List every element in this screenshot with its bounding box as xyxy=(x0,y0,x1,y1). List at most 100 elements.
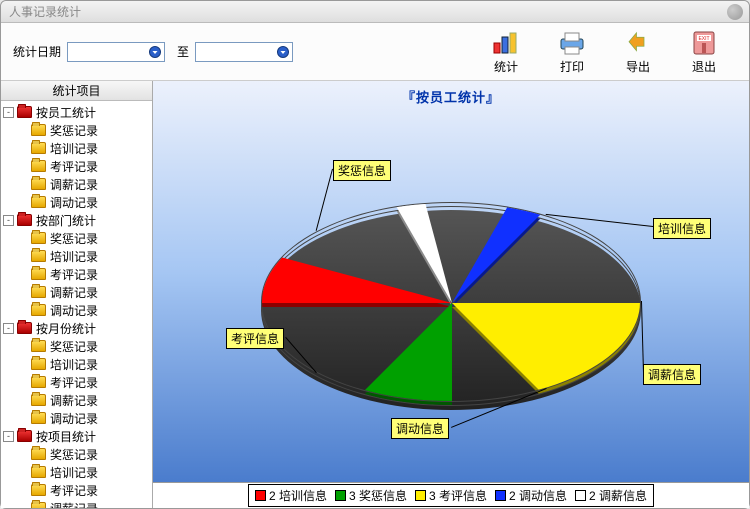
tree-group-label: 按项目统计 xyxy=(36,428,96,445)
legend-bar: 2 培训信息3 奖惩信息3 考评信息2 调动信息2 调薪信息 xyxy=(153,482,749,508)
tree-group[interactable]: - 按项目统计 xyxy=(3,427,152,445)
tree-item[interactable]: 奖惩记录 xyxy=(3,121,152,139)
folder-icon xyxy=(31,196,46,208)
slice-label: 培训信息 xyxy=(653,218,711,239)
folder-icon xyxy=(31,268,46,280)
tree-item-label: 考评记录 xyxy=(50,266,98,283)
calendar-dropdown-icon[interactable] xyxy=(148,45,162,59)
tree-item[interactable]: 培训记录 xyxy=(3,247,152,265)
folder-icon xyxy=(17,214,32,226)
legend-swatch xyxy=(255,490,266,501)
export-button[interactable]: 导出 xyxy=(617,28,659,75)
tree-item-label: 奖惩记录 xyxy=(50,446,98,463)
collapse-icon[interactable]: - xyxy=(3,107,14,118)
tree-item-label: 奖惩记录 xyxy=(50,122,98,139)
tree-item[interactable]: 调薪记录 xyxy=(3,391,152,409)
tree-item-label: 奖惩记录 xyxy=(50,338,98,355)
tree-item[interactable]: 调动记录 xyxy=(3,409,152,427)
tree-item-label: 调薪记录 xyxy=(50,176,98,193)
sidebar-header: 统计项目 xyxy=(1,81,152,101)
folder-icon xyxy=(31,502,46,508)
tree-item[interactable]: 奖惩记录 xyxy=(3,337,152,355)
exit-button[interactable]: EXIT 退出 xyxy=(683,28,725,75)
slice-label: 调动信息 xyxy=(391,418,449,439)
tree-item[interactable]: 考评记录 xyxy=(3,157,152,175)
slice-label: 调薪信息 xyxy=(643,364,701,385)
window-title: 人事记录统计 xyxy=(9,3,81,20)
print-icon xyxy=(555,28,589,58)
tree-item[interactable]: 调薪记录 xyxy=(3,283,152,301)
tree-item[interactable]: 培训记录 xyxy=(3,355,152,373)
tree-item-label: 调动记录 xyxy=(50,194,98,211)
tree-item[interactable]: 调薪记录 xyxy=(3,175,152,193)
tree-item-label: 调动记录 xyxy=(50,302,98,319)
collapse-icon[interactable]: - xyxy=(3,215,14,226)
tree-item[interactable]: 调动记录 xyxy=(3,193,152,211)
tree-item-label: 考评记录 xyxy=(50,374,98,391)
window: 人事记录统计 统计日期 至 统计 xyxy=(0,0,750,509)
legend-swatch xyxy=(335,490,346,501)
tree-item[interactable]: 培训记录 xyxy=(3,463,152,481)
legend-item: 2 调动信息 xyxy=(495,487,567,504)
date-from-input[interactable] xyxy=(67,42,165,62)
tree-item-label: 调薪记录 xyxy=(50,284,98,301)
export-label: 导出 xyxy=(626,58,650,75)
print-button[interactable]: 打印 xyxy=(551,28,593,75)
folder-icon xyxy=(31,466,46,478)
folder-icon xyxy=(17,106,32,118)
tree-item[interactable]: 调动记录 xyxy=(3,301,152,319)
tree-item[interactable]: 调薪记录 xyxy=(3,499,152,508)
tree-item[interactable]: 培训记录 xyxy=(3,139,152,157)
tree-item[interactable]: 奖惩记录 xyxy=(3,229,152,247)
folder-icon xyxy=(31,358,46,370)
tree-item[interactable]: 考评记录 xyxy=(3,265,152,283)
folder-icon xyxy=(31,394,46,406)
folder-icon xyxy=(31,340,46,352)
tree-item-label: 培训记录 xyxy=(50,356,98,373)
folder-icon xyxy=(31,160,46,172)
slice-label: 考评信息 xyxy=(226,328,284,349)
close-icon[interactable] xyxy=(727,4,743,20)
tree-item[interactable]: 奖惩记录 xyxy=(3,445,152,463)
tree-item[interactable]: 考评记录 xyxy=(3,373,152,391)
tree: -按员工统计奖惩记录培训记录考评记录调薪记录调动记录-按部门统计奖惩记录培训记录… xyxy=(1,101,152,508)
chart-title: 『按员工统计』 xyxy=(153,87,749,106)
stat-icon xyxy=(489,28,523,58)
folder-icon xyxy=(31,286,46,298)
toolbar: 统计日期 至 统计 打印 xyxy=(1,23,749,81)
tree-item-label: 考评记录 xyxy=(50,482,98,499)
sidebar: 统计项目 -按员工统计奖惩记录培训记录考评记录调薪记录调动记录-按部门统计奖惩记… xyxy=(1,81,153,508)
legend-swatch xyxy=(415,490,426,501)
legend-item: 2 调薪信息 xyxy=(575,487,647,504)
date-to-input[interactable] xyxy=(195,42,293,62)
folder-icon xyxy=(17,322,32,334)
legend-item: 3 奖惩信息 xyxy=(335,487,407,504)
chart-canvas: 培训信息调薪信息调动信息考评信息奖惩信息 xyxy=(153,106,749,482)
export-icon xyxy=(621,28,655,58)
folder-icon xyxy=(31,124,46,136)
stat-button[interactable]: 统计 xyxy=(485,28,527,75)
action-buttons: 统计 打印 导出 EXIT 退出 xyxy=(485,28,737,75)
folder-icon xyxy=(31,178,46,190)
legend-swatch xyxy=(495,490,506,501)
tree-group-label: 按员工统计 xyxy=(36,104,96,121)
tree-item-label: 考评记录 xyxy=(50,158,98,175)
folder-icon xyxy=(31,376,46,388)
calendar-dropdown-icon[interactable] xyxy=(276,45,290,59)
tree-group[interactable]: - 按员工统计 xyxy=(3,103,152,121)
exit-label: 退出 xyxy=(692,58,716,75)
tree-item-label: 培训记录 xyxy=(50,464,98,481)
folder-icon xyxy=(31,232,46,244)
collapse-icon[interactable]: - xyxy=(3,323,14,334)
tree-group[interactable]: - 按部门统计 xyxy=(3,211,152,229)
collapse-icon[interactable]: - xyxy=(3,431,14,442)
date-label: 统计日期 xyxy=(13,43,61,60)
tree-item-label: 调薪记录 xyxy=(50,500,98,509)
folder-icon xyxy=(17,430,32,442)
tree-group[interactable]: -按月份统计 xyxy=(3,319,152,337)
folder-icon xyxy=(31,304,46,316)
tree-item[interactable]: 考评记录 xyxy=(3,481,152,499)
folder-icon xyxy=(31,142,46,154)
tree-group-label: 按部门统计 xyxy=(36,212,96,229)
print-label: 打印 xyxy=(560,58,584,75)
